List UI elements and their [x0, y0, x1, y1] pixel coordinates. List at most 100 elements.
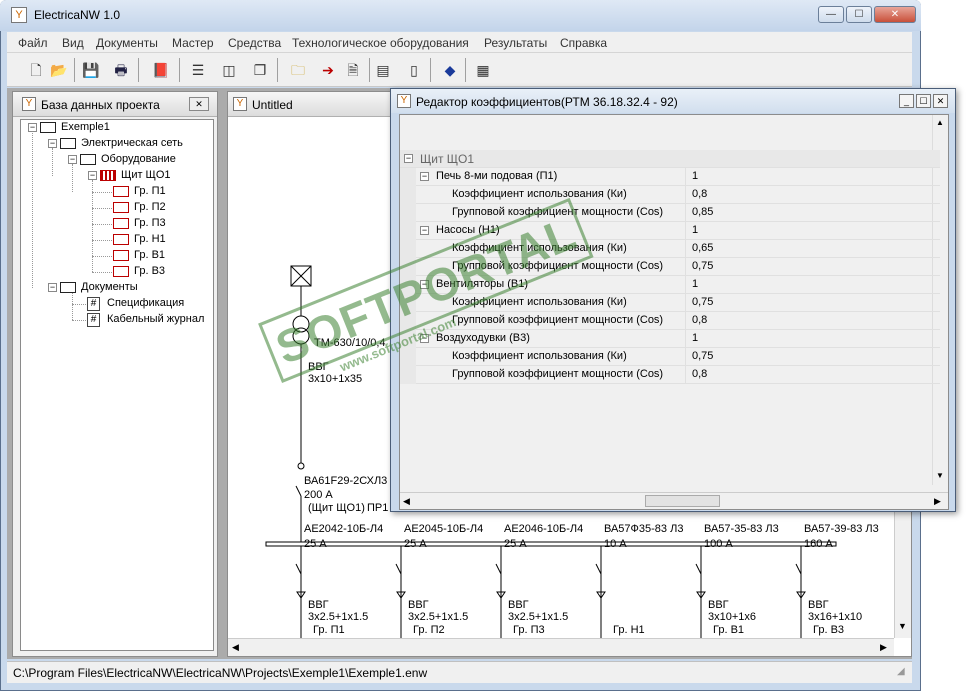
- collapse-icon[interactable]: −: [420, 280, 429, 289]
- menu-file[interactable]: Файл: [18, 36, 48, 50]
- collapse-icon[interactable]: −: [420, 334, 429, 343]
- dialog-close-icon[interactable]: ✕: [933, 94, 948, 108]
- menu-help[interactable]: Справка: [560, 36, 607, 50]
- property-value[interactable]: 0,65: [692, 242, 713, 254]
- scroll-down-icon[interactable]: ▼: [898, 621, 907, 631]
- breaker-contact: [295, 563, 302, 575]
- menu-tools[interactable]: Средства: [228, 36, 281, 50]
- dialog-minimize-icon[interactable]: _: [899, 94, 914, 108]
- table-icon[interactable]: ▦: [472, 59, 494, 81]
- property-value[interactable]: 0,75: [692, 260, 713, 272]
- resize-grip-icon[interactable]: ◢: [897, 666, 905, 677]
- branch-current: 10 А: [604, 538, 627, 550]
- property-row[interactable]: Групповой коэффициент мощности (Cos) 0,8: [400, 312, 940, 330]
- property-row[interactable]: − Печь 8-ми подовая (П1) 1: [400, 168, 940, 186]
- tree-group[interactable]: Гр. П2: [134, 201, 166, 213]
- tree-network[interactable]: Электрическая сеть: [81, 137, 183, 149]
- save-icon[interactable]: 💾: [80, 59, 102, 81]
- tile-horizontal-icon[interactable]: ☰: [187, 59, 209, 81]
- branch-current: 160 А: [804, 538, 833, 550]
- horizontal-scrollbar[interactable]: ◀ ▶: [228, 638, 894, 656]
- property-value[interactable]: 1: [692, 278, 698, 290]
- panel-close-icon[interactable]: ✕: [189, 97, 209, 111]
- folder-settings-icon[interactable]: 🗀: [287, 59, 309, 81]
- collapse-icon[interactable]: −: [404, 154, 413, 163]
- menu-tech-equipment[interactable]: Технологическое оборудования: [292, 36, 469, 50]
- property-row[interactable]: Коэффициент использования (Ки) 0,8: [400, 186, 940, 204]
- close-button[interactable]: ✕: [874, 6, 916, 23]
- menu-view[interactable]: Вид: [62, 36, 84, 50]
- scroll-left-icon[interactable]: ◀: [403, 496, 410, 507]
- tree-documents[interactable]: Документы: [81, 281, 138, 293]
- column-divider: [685, 348, 686, 366]
- scroll-right-icon[interactable]: ▶: [880, 642, 887, 653]
- menu-results[interactable]: Результаты: [484, 36, 547, 50]
- tree-group[interactable]: Гр. В3: [134, 265, 165, 277]
- property-row[interactable]: − Воздуходувки (В3) 1: [400, 330, 940, 348]
- property-value[interactable]: 1: [692, 170, 698, 182]
- menu-wizard[interactable]: Мастер: [172, 36, 214, 50]
- document-icon: #: [87, 297, 100, 311]
- property-value[interactable]: 0,75: [692, 296, 713, 308]
- scroll-left-icon[interactable]: ◀: [232, 642, 239, 653]
- tree-doc-specification[interactable]: Спецификация: [107, 297, 184, 309]
- tree-panel[interactable]: Щит ЩО1: [121, 169, 171, 181]
- tree-doc-cable-journal[interactable]: Кабельный журнал: [107, 313, 204, 325]
- export-icon[interactable]: ➔: [317, 59, 339, 81]
- property-row[interactable]: Коэффициент использования (Ки) 0,75: [400, 348, 940, 366]
- scroll-down-icon[interactable]: ▼: [936, 471, 944, 480]
- property-category[interactable]: − Щит ЩО1: [400, 150, 940, 168]
- minimize-button[interactable]: —: [818, 6, 844, 23]
- menu-documents[interactable]: Документы: [96, 36, 158, 50]
- scroll-thumb[interactable]: [645, 495, 720, 507]
- property-row[interactable]: − Насосы (Н1) 1: [400, 222, 940, 240]
- collapse-icon[interactable]: −: [420, 172, 429, 181]
- collapse-icon[interactable]: −: [48, 283, 57, 292]
- report-icon[interactable]: 🗎: [342, 59, 364, 81]
- dialog-maximize-icon[interactable]: ☐: [916, 94, 931, 108]
- document-icon: #: [87, 313, 100, 327]
- grid-horizontal-scrollbar[interactable]: ◀ ▶: [400, 492, 948, 509]
- property-row[interactable]: Групповой коэффициент мощности (Cos) 0,8…: [400, 204, 940, 222]
- property-value[interactable]: 1: [692, 332, 698, 344]
- book-icon[interactable]: 📕: [150, 59, 172, 81]
- property-value[interactable]: 0,85: [692, 206, 713, 218]
- collapse-icon[interactable]: −: [28, 123, 37, 132]
- row-gutter: [400, 366, 416, 384]
- property-value[interactable]: 0,8: [692, 314, 707, 326]
- maximize-button[interactable]: ☐: [846, 6, 872, 23]
- open-folder-icon[interactable]: 📂: [48, 59, 70, 81]
- collapse-icon[interactable]: −: [48, 139, 57, 148]
- tile-vertical-icon[interactable]: ◫: [218, 59, 240, 81]
- collapse-icon[interactable]: −: [68, 155, 77, 164]
- tree-group[interactable]: Гр. Н1: [134, 233, 166, 245]
- tree-equipment[interactable]: Оборудование: [101, 153, 176, 165]
- device-icon[interactable]: ▯: [403, 59, 425, 81]
- cascade-icon[interactable]: ❐: [249, 59, 271, 81]
- tag-icon[interactable]: ◆: [439, 59, 461, 81]
- property-value[interactable]: 0,75: [692, 350, 713, 362]
- new-file-icon[interactable]: 🗋: [25, 59, 47, 81]
- property-row[interactable]: Групповой коэффициент мощности (Cos) 0,8: [400, 366, 940, 384]
- branch-breaker: ВА57-39-83 Л3: [804, 523, 879, 535]
- property-row[interactable]: Групповой коэффициент мощности (Cos) 0,7…: [400, 258, 940, 276]
- properties-icon[interactable]: ▤: [372, 59, 394, 81]
- tree-group[interactable]: Гр. П3: [134, 217, 166, 229]
- property-value[interactable]: 0,8: [692, 188, 707, 200]
- scroll-up-icon[interactable]: ▲: [936, 118, 944, 127]
- tree-group[interactable]: Гр. В1: [134, 249, 165, 261]
- property-row[interactable]: − Вентиляторы (В1) 1: [400, 276, 940, 294]
- tree-guide: [72, 320, 86, 321]
- tree-root[interactable]: Exemple1: [61, 121, 110, 133]
- scroll-right-icon[interactable]: ▶: [934, 496, 941, 507]
- collapse-icon[interactable]: −: [88, 171, 97, 180]
- property-row[interactable]: Коэффициент использования (Ки) 0,65: [400, 240, 940, 258]
- property-value[interactable]: 1: [692, 224, 698, 236]
- property-value[interactable]: 0,8: [692, 368, 707, 380]
- panel-icon: [100, 170, 116, 181]
- branch: [395, 546, 406, 638]
- collapse-icon[interactable]: −: [420, 226, 429, 235]
- tree-group[interactable]: Гр. П1: [134, 185, 166, 197]
- print-icon[interactable]: 🖶: [110, 59, 132, 81]
- property-row[interactable]: Коэффициент использования (Ки) 0,75: [400, 294, 940, 312]
